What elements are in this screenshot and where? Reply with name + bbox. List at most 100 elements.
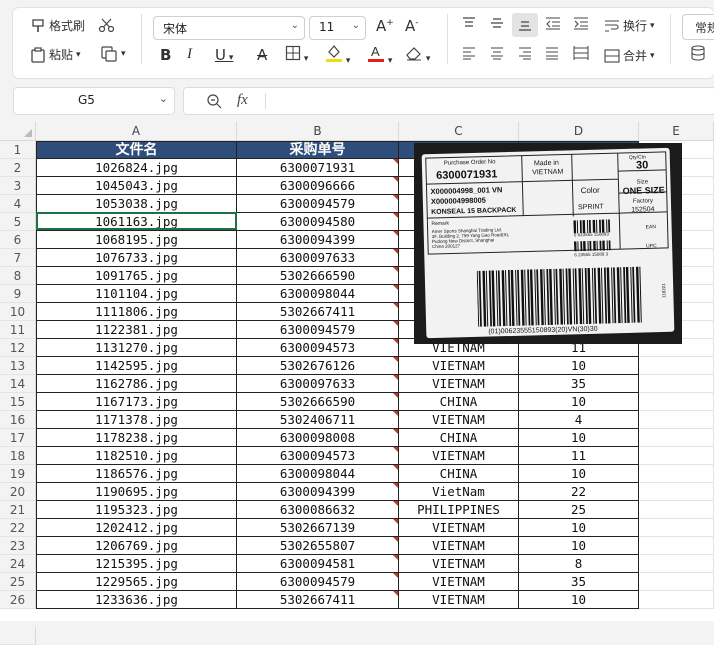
row-header[interactable]: 25	[0, 573, 36, 591]
cell-filename[interactable]: 1202412.jpg	[36, 519, 237, 537]
cell-po-number[interactable]: 6300097633	[237, 375, 399, 393]
cell-po-number[interactable]: 6300096666	[237, 177, 399, 195]
row-header[interactable]: 13	[0, 357, 36, 375]
cell-filename[interactable]: 1171378.jpg	[36, 411, 237, 429]
cell-filename[interactable]: 1182510.jpg	[36, 447, 237, 465]
bold-button[interactable]: B	[160, 46, 171, 64]
cell-filename[interactable]: 1233636.jpg	[36, 591, 237, 609]
number-format-select[interactable]: 常规	[682, 14, 714, 40]
cell-filename[interactable]: 1229565.jpg	[36, 573, 237, 591]
cell-quantity[interactable]: 25	[519, 501, 639, 519]
row-header[interactable]: 3	[0, 177, 36, 195]
cell-po-number[interactable]: 6300094579	[237, 195, 399, 213]
decrease-indent-button[interactable]	[545, 16, 561, 34]
align-center-button[interactable]	[490, 46, 504, 64]
cell-country[interactable]: VIETNAM	[399, 411, 519, 429]
row-header[interactable]: 26	[0, 591, 36, 609]
column-header-b[interactable]: B	[237, 122, 399, 141]
cell-po-number[interactable]: 6300094399	[237, 483, 399, 501]
cell-po-number[interactable]: 6300094579	[237, 573, 399, 591]
cell-po-number[interactable]: 6300094573	[237, 339, 399, 357]
cell-filename[interactable]: 1131270.jpg	[36, 339, 237, 357]
row-header[interactable]: 24	[0, 555, 36, 573]
cell-country[interactable]: PHILIPPINES	[399, 501, 519, 519]
cell-po-number[interactable]: 5302655807	[237, 537, 399, 555]
cell-quantity[interactable]: 10	[519, 591, 639, 609]
cell-po-number[interactable]: 5302666590	[237, 267, 399, 285]
data-button[interactable]	[690, 45, 706, 65]
cell-quantity[interactable]: 10	[519, 357, 639, 375]
merge-button[interactable]: 合并 ▾	[604, 47, 655, 64]
cell-filename[interactable]: 1068195.jpg	[36, 231, 237, 249]
cell-country[interactable]: VIETNAM	[399, 591, 519, 609]
cell-country[interactable]: CHINA	[399, 393, 519, 411]
cell-po-number[interactable]: 5302667139	[237, 519, 399, 537]
borders-button[interactable]: ▾	[285, 45, 308, 65]
empty-cell[interactable]	[639, 501, 714, 519]
cell-po-number[interactable]: 6300094579	[237, 321, 399, 339]
label-photo[interactable]: Purchase Order No 6300071931 Made in VIE…	[414, 143, 682, 344]
cell-po-number[interactable]: 6300097633	[237, 249, 399, 267]
cell-country[interactable]: VIETNAM	[399, 537, 519, 555]
cell-filename[interactable]: 1215395.jpg	[36, 555, 237, 573]
justify-button[interactable]	[545, 46, 559, 64]
distributed-button[interactable]	[573, 46, 589, 64]
cell-quantity[interactable]: 10	[519, 393, 639, 411]
cell-country[interactable]: VIETNAM	[399, 519, 519, 537]
cell-po-number[interactable]: 5302666590	[237, 393, 399, 411]
cell-quantity[interactable]: 10	[519, 465, 639, 483]
cell-filename[interactable]: 1167173.jpg	[36, 393, 237, 411]
cell-country[interactable]: CHINA	[399, 429, 519, 447]
cell-po-number[interactable]: 6300086632	[237, 501, 399, 519]
format-painter-button[interactable]: 格式刷	[30, 17, 85, 34]
column-header-a[interactable]: A	[36, 122, 237, 141]
cell-country[interactable]: VIETNAM	[399, 573, 519, 591]
empty-cell[interactable]	[639, 537, 714, 555]
cell-filename[interactable]: 1190695.jpg	[36, 483, 237, 501]
italic-button[interactable]: I	[187, 46, 192, 63]
clear-format-button[interactable]: ▾	[405, 45, 430, 65]
cell-filename[interactable]: 1178238.jpg	[36, 429, 237, 447]
row-header[interactable]: 21	[0, 501, 36, 519]
font-size-select[interactable]: 11 ⌄	[309, 16, 366, 40]
strikethrough-button[interactable]: A	[257, 46, 267, 64]
column-header-d[interactable]: D	[519, 122, 639, 141]
cell-po-number[interactable]: 6300098044	[237, 285, 399, 303]
cell-po-number[interactable]: 5302676126	[237, 357, 399, 375]
cell-quantity[interactable]: 11	[519, 447, 639, 465]
formula-bar[interactable]: fx	[183, 87, 714, 115]
font-color-button[interactable]: A ▾	[367, 43, 392, 67]
row-header[interactable]: 4	[0, 195, 36, 213]
cell-quantity[interactable]: 8	[519, 555, 639, 573]
cell-country[interactable]: VIETNAM	[399, 375, 519, 393]
paste-button[interactable]: 粘贴 ▾	[30, 46, 81, 63]
align-middle-button[interactable]	[490, 16, 504, 34]
name-box[interactable]: G5 ⌄	[13, 87, 175, 115]
empty-cell[interactable]	[639, 573, 714, 591]
cell-country[interactable]: VIETNAM	[399, 555, 519, 573]
cell-quantity[interactable]: 35	[519, 375, 639, 393]
row-header[interactable]: 5	[0, 213, 36, 231]
cell-quantity[interactable]: 10	[519, 537, 639, 555]
zoom-icon[interactable]	[206, 93, 222, 112]
empty-cell[interactable]	[639, 465, 714, 483]
cell-po-number[interactable]: 6300094581	[237, 555, 399, 573]
cell-country[interactable]: CHINA	[399, 465, 519, 483]
row-header[interactable]: 14	[0, 375, 36, 393]
cell-country[interactable]: VIETNAM	[399, 447, 519, 465]
row-header[interactable]: 1	[0, 141, 36, 159]
cell-po-number[interactable]: 6300098008	[237, 429, 399, 447]
header-cell-po-number[interactable]: 采购单号	[237, 141, 399, 159]
cut-button[interactable]	[98, 17, 116, 33]
row-header[interactable]: 2	[0, 159, 36, 177]
row-header[interactable]: 22	[0, 519, 36, 537]
row-header[interactable]: 9	[0, 285, 36, 303]
cell-country[interactable]: VIETNAM	[399, 357, 519, 375]
increase-indent-button[interactable]	[573, 16, 589, 34]
empty-cell[interactable]	[639, 357, 714, 375]
cell-po-number[interactable]: 6300094399	[237, 231, 399, 249]
empty-cell[interactable]	[639, 393, 714, 411]
empty-cell[interactable]	[639, 483, 714, 501]
row-header[interactable]: 12	[0, 339, 36, 357]
cell-po-number[interactable]: 6300094573	[237, 447, 399, 465]
